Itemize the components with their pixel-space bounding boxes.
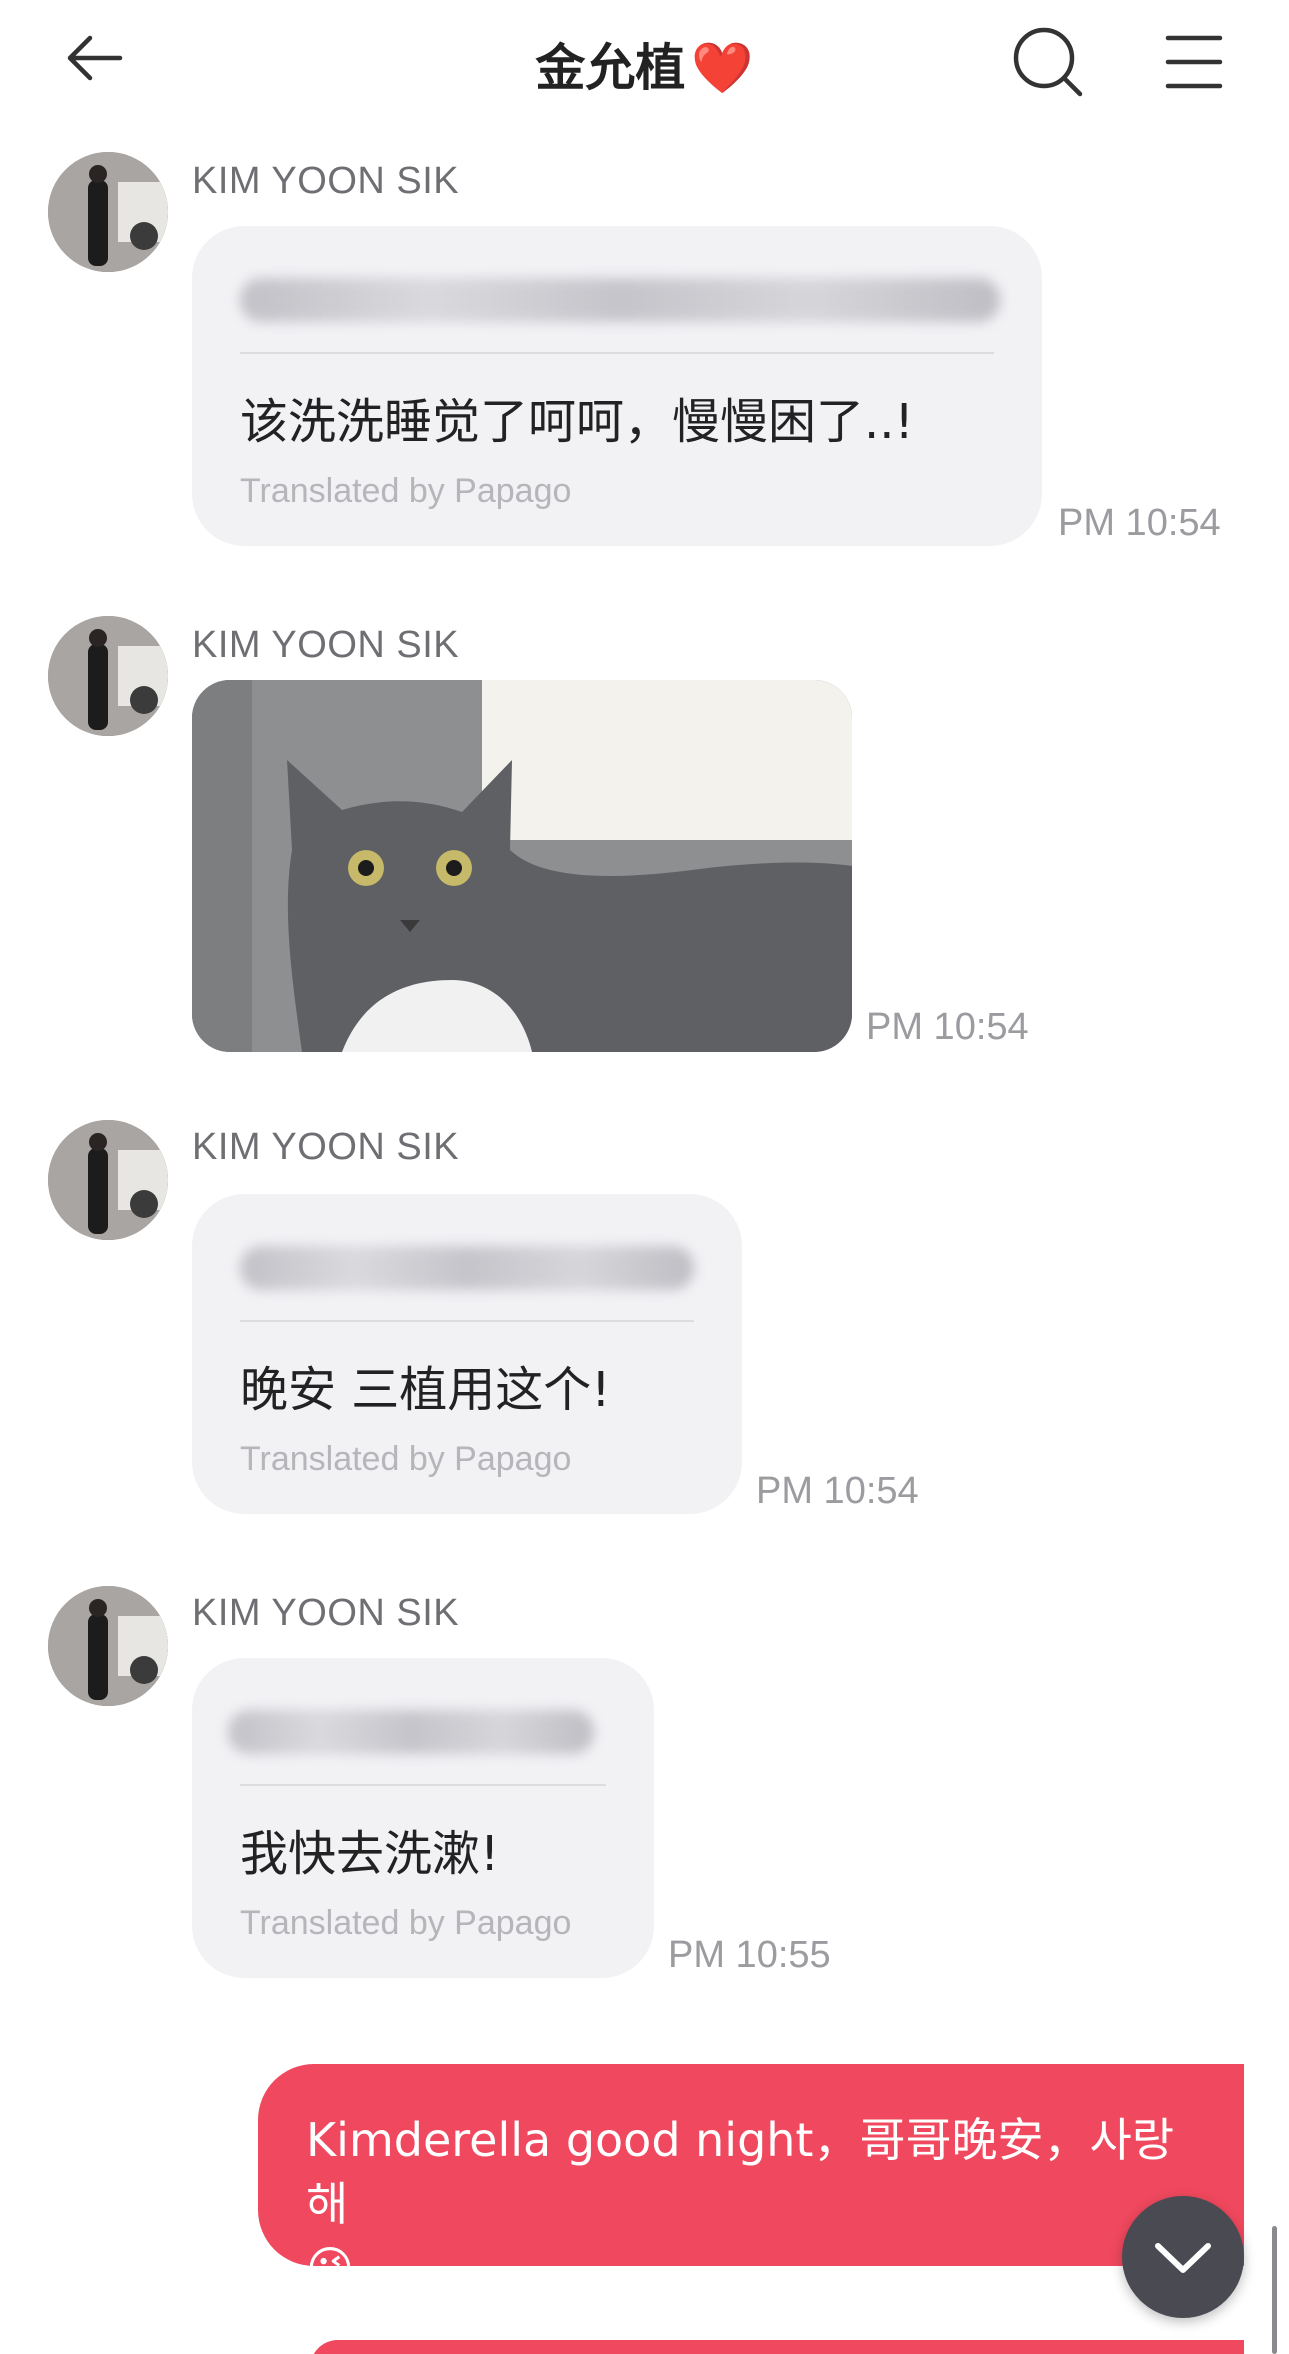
message-row: KIM YOON SIK 该洗洗睡觉了呵呵，慢慢困了..! Translated… [0,150,1289,550]
avatar[interactable] [48,152,168,272]
search-icon [1013,27,1083,97]
translation-credit: Translated by Papago [240,472,572,510]
sender-name: KIM YOON SIK [192,1592,460,1634]
message-row: KIM YOON SIK PM 10:54 [0,614,1289,1054]
message-time: PM 10:54 [1058,502,1221,544]
avatar-photo [48,616,168,736]
translated-text: 该洗洗睡觉了呵呵，慢慢困了..! [240,394,914,450]
heart-emoji: ❤️ [691,39,754,97]
message-row: KIM YOON SIK 我快去洗漱! Translated by Papago… [0,1580,1289,1980]
cat-image [192,680,852,1052]
avatar-photo [48,1120,168,1240]
outgoing-message-bubble[interactable]: Kimderella good night，哥哥晚安，사랑해 😘 [258,2064,1244,2295]
outgoing-message-text: Kimderella good night，哥哥晚安，사랑해 😘 [306,2108,1206,2300]
outgoing-text: Kimderella good night，哥哥晚安，사랑해 [306,2113,1175,2231]
hamburger-menu-icon [1165,35,1223,89]
message-time: PM 10:54 [756,1470,919,1512]
message-bubble[interactable]: 我快去洗漱! Translated by Papago [192,1658,654,1978]
menu-button[interactable] [1158,26,1230,98]
scroll-to-bottom-button[interactable] [1122,2196,1244,2318]
original-text-blurred [228,1710,594,1754]
sender-name: KIM YOON SIK [192,1126,460,1168]
translated-text: 我快去洗漱! [240,1826,500,1882]
sender-name: KIM YOON SIK [192,160,460,202]
divider [240,1320,694,1322]
message-row: KIM YOON SIK 晚安 三植用这个! Translated by Pap… [0,1116,1289,1516]
message-time: PM 10:55 [668,1934,831,1976]
message-bubble[interactable]: 该洗洗睡觉了呵呵，慢慢困了..! Translated by Papago [192,226,1042,546]
search-button[interactable] [1008,22,1088,102]
chevron-down-icon [1155,2243,1211,2273]
message-bubble[interactable]: 晚安 三植用这个! Translated by Papago [192,1194,742,1514]
next-outgoing-bubble-edge [310,2340,1244,2354]
divider [240,352,994,354]
translated-text: 晚安 三植用这个! [240,1362,611,1418]
sender-name: KIM YOON SIK [192,624,460,666]
message-time: PM 10:54 [866,1006,1029,1048]
original-text-blurred [240,1246,694,1290]
avatar[interactable] [48,616,168,736]
avatar-photo [48,152,168,272]
translation-credit: Translated by Papago [240,1904,572,1942]
chat-header: 金允植 ❤️ [0,0,1289,120]
avatar-photo [48,1586,168,1706]
cat-photo[interactable] [192,680,852,1052]
divider [240,1784,606,1786]
kiss-emoji: 😘 [306,2241,354,2295]
page-title: 金允植 ❤️ [0,28,1289,100]
scrollbar[interactable] [1272,2226,1277,2354]
translation-credit: Translated by Papago [240,1440,572,1478]
chat-name: 金允植 [535,39,686,97]
avatar[interactable] [48,1586,168,1706]
original-text-blurred [240,278,1000,322]
avatar[interactable] [48,1120,168,1240]
